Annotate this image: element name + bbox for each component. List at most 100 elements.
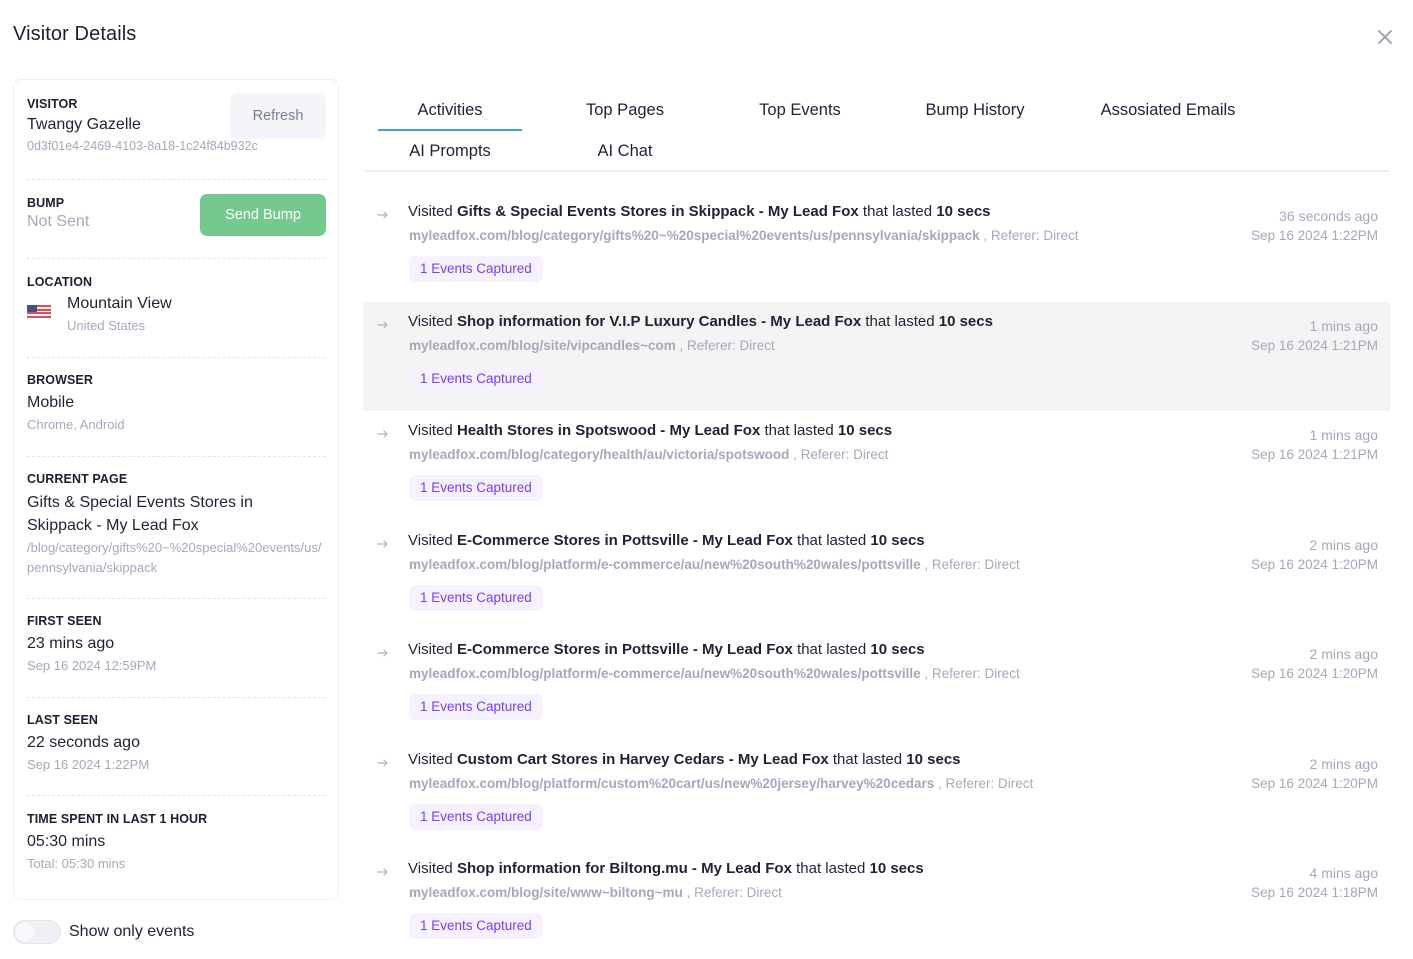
- activity-timestamp: Sep 16 2024 1:20PM: [1251, 775, 1378, 791]
- activity-referer: , Referer: Direct: [938, 775, 1034, 791]
- activity-url-line: myleadfox.com/blog/platform/e-commerce/a…: [409, 666, 1020, 681]
- visitor-info-card: VISITOR Twangy Gazelle 0d3f01e4-2469-410…: [13, 79, 339, 900]
- activity-page-title: Custom Cart Stores in Harvey Cedars - My…: [456, 750, 829, 768]
- arrow-right-icon: [377, 430, 388, 438]
- activity-title: Visited Shop information for V.I.P Luxur…: [408, 312, 993, 330]
- arrow-right-icon: [377, 868, 388, 876]
- arrow-right-icon: [377, 320, 388, 329]
- time-spent-value: 05:30 mins: [27, 833, 106, 850]
- events-captured-badge[interactable]: 1 Events Captured: [409, 694, 543, 720]
- first-seen-section: FIRST SEEN 23 mins ago Sep 16 2024 12:59…: [27, 614, 326, 675]
- activity-item[interactable]: Visited E-Commerce Stores in Pottsville …: [363, 630, 1390, 740]
- activity-duration: 10 secs: [936, 203, 991, 220]
- activity-item[interactable]: Visited Shop information for V.I.P Luxur…: [363, 301, 1390, 411]
- events-captured-badge[interactable]: 1 Events Captured: [409, 475, 543, 501]
- show-only-events-toggle-row[interactable]: Show only events: [13, 920, 194, 944]
- activity-url[interactable]: myleadfox.com/blog/platform/e-commerce/a…: [409, 557, 921, 572]
- close-button[interactable]: [1372, 24, 1398, 50]
- tab-top-events[interactable]: Top Events: [728, 90, 872, 130]
- activity-duration: 10 secs: [870, 531, 925, 549]
- last-seen-absolute: Sep 16 2024 1:22PM: [27, 757, 150, 772]
- location-city: Mountain View: [67, 295, 172, 312]
- browser-detail: Chrome, Android: [27, 417, 125, 432]
- last-seen-relative: 22 seconds ago: [27, 734, 140, 751]
- activity-page-title: Health Stores in Spotswood - My Lead Fox: [456, 422, 761, 439]
- activity-url[interactable]: myleadfox.com/blog/category/health/au/vi…: [409, 447, 789, 462]
- arrow-right-icon: [377, 539, 388, 548]
- activity-url[interactable]: myleadfox.com/blog/site/www~biltong~mu: [409, 885, 683, 900]
- first-seen-relative: 23 mins ago: [27, 635, 115, 652]
- activity-duration: 10 secs: [869, 860, 924, 877]
- activity-page-title: Shop information for V.I.P Luxury Candle…: [456, 312, 862, 330]
- tab-activities[interactable]: Activities: [378, 90, 522, 131]
- tab-ai-chat[interactable]: AI Chat: [553, 131, 697, 171]
- activity-url-line: myleadfox.com/blog/site/www~biltong~mu ,…: [409, 885, 782, 900]
- activity-relative-time: 1 mins ago: [1309, 317, 1378, 334]
- activity-timestamp: Sep 16 2024 1:18PM: [1251, 885, 1378, 900]
- events-captured-badge[interactable]: 1 Events Captured: [409, 584, 543, 611]
- activity-referer: , Referer: Direct: [924, 556, 1020, 572]
- us-flag-icon: [27, 305, 51, 318]
- events-captured-badge[interactable]: 1 Events Captured: [409, 365, 543, 392]
- activity-item[interactable]: Visited Health Stores in Spotswood - My …: [363, 411, 1390, 521]
- activity-duration: 10 secs: [938, 312, 993, 330]
- activity-title: Visited Custom Cart Stores in Harvey Ced…: [408, 750, 961, 768]
- events-captured-badge[interactable]: 1 Events Captured: [409, 913, 543, 939]
- divider: [27, 357, 326, 358]
- activity-url[interactable]: myleadfox.com/blog/platform/e-commerce/a…: [409, 666, 921, 681]
- events-captured-badge[interactable]: 1 Events Captured: [409, 256, 543, 282]
- activity-referer: , Referer: Direct: [983, 228, 1079, 243]
- activity-title: Visited E-Commerce Stores in Pottsville …: [408, 641, 925, 658]
- divider: [27, 598, 326, 599]
- activity-relative-time: 2 mins ago: [1309, 755, 1378, 772]
- location-country: United States: [67, 318, 146, 333]
- activity-title: Visited Shop information for Biltong.mu …: [408, 860, 924, 877]
- activity-item[interactable]: Visited Shop information for Biltong.mu …: [363, 849, 1390, 959]
- first-seen-label: FIRST SEEN: [27, 614, 102, 628]
- activity-url-line: myleadfox.com/blog/platform/custom%20car…: [409, 776, 1033, 791]
- show-only-events-toggle[interactable]: [13, 920, 61, 944]
- first-seen-absolute: Sep 16 2024 12:59PM: [27, 658, 157, 673]
- activity-relative-time: 1 mins ago: [1309, 427, 1378, 443]
- activity-relative-time: 36 seconds ago: [1279, 208, 1378, 224]
- activity-page-title: Gifts & Special Events Stores in Skippac…: [456, 203, 859, 220]
- activity-url-line: myleadfox.com/blog/category/health/au/vi…: [409, 447, 888, 462]
- tab-top-pages[interactable]: Top Pages: [553, 90, 697, 130]
- activity-relative-time: 2 mins ago: [1309, 536, 1378, 553]
- current-page-path[interactable]: /blog/category/gifts%20~%20special%20eve…: [27, 538, 326, 578]
- divider: [27, 697, 326, 698]
- activity-title: Visited E-Commerce Stores in Pottsville …: [408, 531, 925, 549]
- location-section: LOCATION Mountain View United States: [27, 275, 326, 335]
- send-bump-button[interactable]: Send Bump: [200, 194, 326, 236]
- activity-item[interactable]: Visited Custom Cart Stores in Harvey Ced…: [363, 740, 1390, 850]
- current-page-title: Gifts & Special Events Stores in Skippac…: [27, 494, 253, 534]
- activity-referer: , Referer: Direct: [793, 447, 889, 462]
- activity-page-title: E-Commerce Stores in Pottsville - My Lea…: [456, 641, 793, 658]
- activity-timestamp: Sep 16 2024 1:21PM: [1251, 337, 1378, 353]
- activity-relative-time: 4 mins ago: [1309, 865, 1378, 881]
- activity-url[interactable]: myleadfox.com/blog/category/gifts%20~%20…: [409, 228, 980, 243]
- activity-url-line: myleadfox.com/blog/site/vipcandles~com ,…: [409, 338, 775, 353]
- refresh-button[interactable]: Refresh: [230, 93, 326, 139]
- activity-duration: 10 secs: [837, 422, 893, 439]
- last-seen-label: LAST SEEN: [27, 713, 99, 727]
- close-icon: [1378, 30, 1392, 44]
- tab-ai-prompts[interactable]: AI Prompts: [378, 131, 522, 171]
- activity-url[interactable]: myleadfox.com/blog/site/vipcandles~com: [409, 338, 676, 353]
- browser-label: BROWSER: [27, 373, 93, 387]
- activity-item[interactable]: Visited E-Commerce Stores in Pottsville …: [363, 521, 1390, 631]
- activity-list: Visited Gifts & Special Events Stores in…: [363, 192, 1390, 959]
- activity-timestamp: Sep 16 2024 1:22PM: [1251, 228, 1378, 243]
- activity-url-line: myleadfox.com/blog/category/gifts%20~%20…: [409, 228, 1079, 243]
- activity-page-title: Shop information for Biltong.mu - My Lea…: [456, 860, 792, 877]
- activity-title: Visited Gifts & Special Events Stores in…: [408, 203, 991, 220]
- divider: [27, 258, 326, 259]
- events-captured-badge[interactable]: 1 Events Captured: [409, 803, 543, 830]
- time-spent-total: Total: 05:30 mins: [27, 856, 126, 871]
- activity-url[interactable]: myleadfox.com/blog/platform/custom%20car…: [409, 776, 934, 791]
- tab-associated-emails[interactable]: Assosiated Emails: [1078, 90, 1258, 130]
- arrow-right-icon: [377, 758, 388, 767]
- tab-bump-history[interactable]: Bump History: [903, 90, 1047, 130]
- activity-item[interactable]: Visited Gifts & Special Events Stores in…: [363, 192, 1390, 302]
- activity-timestamp: Sep 16 2024 1:20PM: [1251, 556, 1378, 572]
